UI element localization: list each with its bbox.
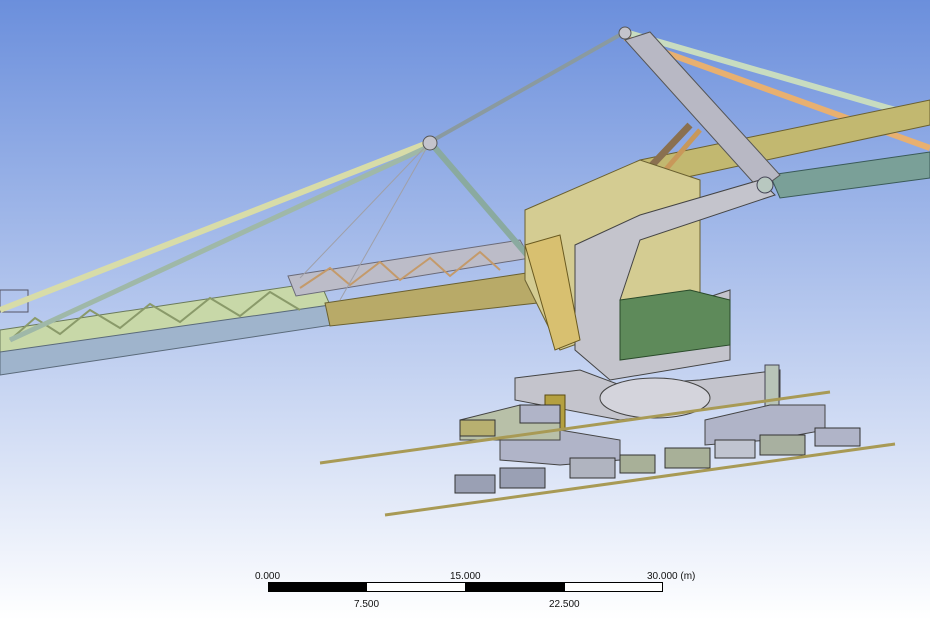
- boom-pivot-node: [422, 135, 438, 151]
- crawler-9: [459, 419, 496, 437]
- support-column-right: [764, 364, 780, 411]
- model-viewport[interactable]: 0.000 15.000 30.000 (m) 7.500 22.500: [0, 0, 930, 620]
- crawler-10: [519, 404, 561, 424]
- crawler-4: [619, 454, 656, 474]
- crawler-3: [569, 457, 616, 479]
- crawler-1: [454, 474, 496, 494]
- crawler-7: [759, 434, 806, 456]
- model-scene[interactable]: [0, 0, 930, 620]
- mast-base-node: [756, 176, 774, 194]
- crawler-6: [714, 439, 756, 459]
- crawler-5: [664, 447, 711, 469]
- crawler-8: [814, 427, 861, 447]
- mast-top-node: [618, 26, 632, 40]
- crawler-2: [499, 467, 546, 489]
